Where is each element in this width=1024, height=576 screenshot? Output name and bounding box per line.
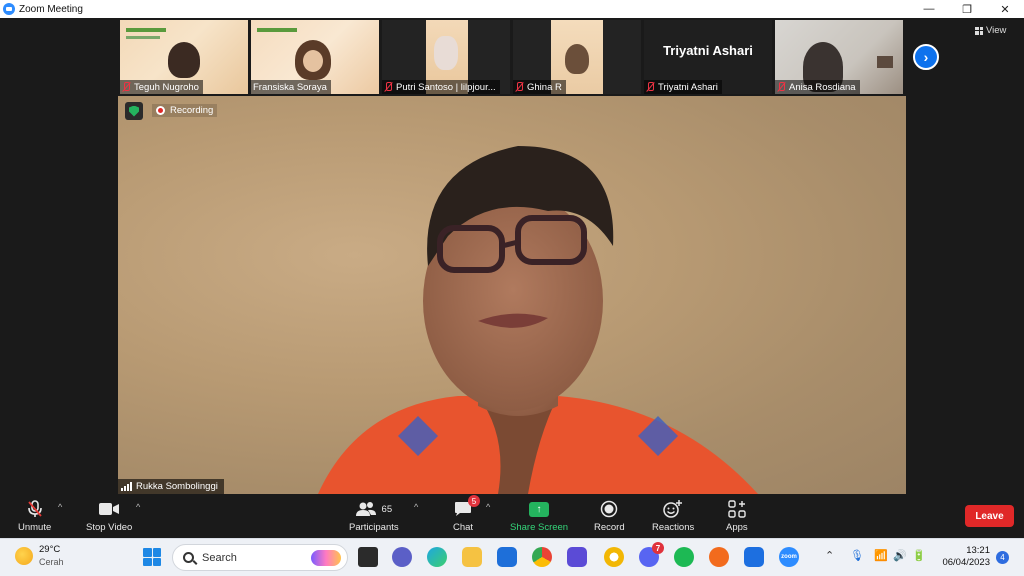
- participants-icon: 65: [355, 498, 393, 520]
- participant-name-label: Ghina R: [513, 80, 566, 94]
- microphone-muted-icon: [27, 498, 43, 520]
- person-silhouette: [565, 44, 589, 74]
- apps-icon: [728, 498, 746, 520]
- chat-button[interactable]: 5 Chat: [453, 495, 481, 533]
- volume-icon[interactable]: 🔊: [893, 549, 907, 562]
- chrome-icon[interactable]: [532, 547, 552, 567]
- weather-widget[interactable]: 29°C Cerah: [15, 544, 64, 568]
- participant-thumb[interactable]: Fransiska Soraya: [251, 20, 379, 94]
- spotify-icon[interactable]: [674, 547, 694, 567]
- windows-taskbar: 29°C Cerah Search 7 zoom ⌃ 🎙 📶 🔊 🔋 13:21…: [0, 538, 1024, 576]
- zoom-meeting-icon[interactable]: zoom: [779, 547, 799, 567]
- tray-overflow-chevron-icon[interactable]: ⌃: [825, 549, 834, 562]
- apps-button[interactable]: Apps: [726, 498, 748, 533]
- participants-count: 65: [381, 503, 393, 515]
- edge-browser-icon[interactable]: [427, 547, 447, 567]
- participant-thumb[interactable]: Anisa Rosdiana: [775, 20, 903, 94]
- unmute-button[interactable]: Unmute: [18, 498, 51, 533]
- minimize-button[interactable]: —: [910, 0, 948, 18]
- discord-badge: 7: [652, 542, 664, 554]
- participant-name-label: Fransiska Soraya: [251, 80, 331, 94]
- mic-muted-icon: [384, 82, 392, 92]
- signal-strength-icon: [121, 482, 132, 491]
- participant-thumb[interactable]: Triyatni Ashari Triyatni Ashari: [644, 20, 772, 94]
- video-options-caret[interactable]: ^: [136, 502, 140, 512]
- participant-name-card: Triyatni Ashari: [663, 42, 753, 58]
- record-icon: [600, 498, 618, 520]
- close-button[interactable]: ✕: [986, 0, 1024, 18]
- file-explorer-icon[interactable]: [462, 547, 482, 567]
- participant-thumbnails: Teguh Nugroho Fransiska Soraya Putri San…: [120, 20, 903, 94]
- search-icon: [183, 552, 194, 563]
- participant-name-label: Anisa Rosdiana: [775, 80, 860, 94]
- zoom-logo-icon: [3, 3, 15, 15]
- next-page-chevron-icon[interactable]: ›: [913, 44, 939, 70]
- zoom-app-icon[interactable]: [744, 547, 764, 567]
- grid-icon: [975, 26, 983, 35]
- mic-muted-icon: [777, 82, 785, 92]
- share-screen-icon: ↑: [529, 498, 550, 520]
- share-screen-button[interactable]: ↑ Share Screen: [510, 498, 568, 533]
- meeting-stage: Teguh Nugroho Fransiska Soraya Putri San…: [0, 18, 1024, 494]
- record-button[interactable]: Record: [594, 498, 625, 533]
- security-shield-icon[interactable]: [125, 102, 143, 120]
- view-button[interactable]: View: [975, 25, 1006, 36]
- smiley-reaction-icon: [663, 498, 683, 520]
- windows-start-icon[interactable]: [143, 548, 161, 566]
- recording-indicator[interactable]: Recording: [152, 104, 218, 117]
- app-icon[interactable]: [709, 547, 729, 567]
- taskbar-clock[interactable]: 13:21 06/04/2023: [938, 545, 990, 569]
- maximize-button[interactable]: ❐: [948, 0, 986, 18]
- chrome-canary-icon[interactable]: [604, 547, 624, 567]
- avatar-illustration: [434, 36, 458, 70]
- chat-unread-badge: 5: [468, 495, 481, 507]
- taskbar-search-box[interactable]: Search: [172, 544, 348, 571]
- wifi-icon[interactable]: 📶: [874, 549, 888, 562]
- window-controls: — ❐ ✕: [910, 0, 1024, 18]
- sun-weather-icon: [15, 547, 33, 565]
- participant-name-label: Teguh Nugroho: [120, 80, 203, 94]
- mic-muted-icon: [122, 82, 130, 92]
- window-titlebar: Zoom Meeting — ❐ ✕: [0, 0, 1024, 18]
- record-dot-icon: [156, 106, 165, 115]
- reactions-button[interactable]: Reactions: [652, 498, 694, 533]
- audio-options-caret[interactable]: ^: [58, 502, 62, 512]
- stop-video-button[interactable]: Stop Video: [86, 498, 132, 533]
- battery-icon[interactable]: 🔋: [912, 549, 926, 562]
- participant-name-label: Putri Santoso | lilpjour...: [382, 80, 500, 94]
- participant-name-label: Triyatni Ashari: [644, 80, 722, 94]
- window-title: Zoom Meeting: [19, 3, 83, 15]
- person-silhouette: [168, 42, 200, 78]
- leave-button[interactable]: Leave: [965, 505, 1014, 527]
- mic-muted-icon: [515, 82, 523, 92]
- microphone-tray-icon[interactable]: 🎙: [850, 549, 864, 562]
- search-highlight-icon: [311, 549, 341, 566]
- participants-button[interactable]: 65 Participants: [349, 498, 399, 533]
- meeting-toolbar: Unmute ^ Stop Video ^ 65 Participants ^ …: [0, 494, 1024, 538]
- mic-muted-icon: [646, 82, 654, 92]
- discord-icon[interactable]: 7: [639, 542, 664, 567]
- chat-options-caret[interactable]: ^: [486, 502, 490, 512]
- notification-count-badge[interactable]: 4: [996, 551, 1009, 564]
- mail-icon[interactable]: [497, 547, 517, 567]
- speaker-video-illustration: [318, 146, 758, 494]
- video-camera-icon: [98, 498, 120, 520]
- participant-thumb[interactable]: Teguh Nugroho: [120, 20, 248, 94]
- participant-thumb[interactable]: Ghina R: [513, 20, 641, 94]
- chat-bubble-icon: 5: [454, 495, 481, 520]
- teams-chat-icon[interactable]: [392, 547, 412, 567]
- speaker-name-label: Rukka Sombolinggi: [118, 479, 224, 494]
- notes-app-icon[interactable]: [567, 547, 587, 567]
- participant-thumb[interactable]: Putri Santoso | lilpjour...: [382, 20, 510, 94]
- active-speaker-video: Recording Rukka Sombolinggi: [118, 96, 906, 494]
- task-view-icon[interactable]: [358, 547, 378, 567]
- participants-options-caret[interactable]: ^: [414, 502, 418, 512]
